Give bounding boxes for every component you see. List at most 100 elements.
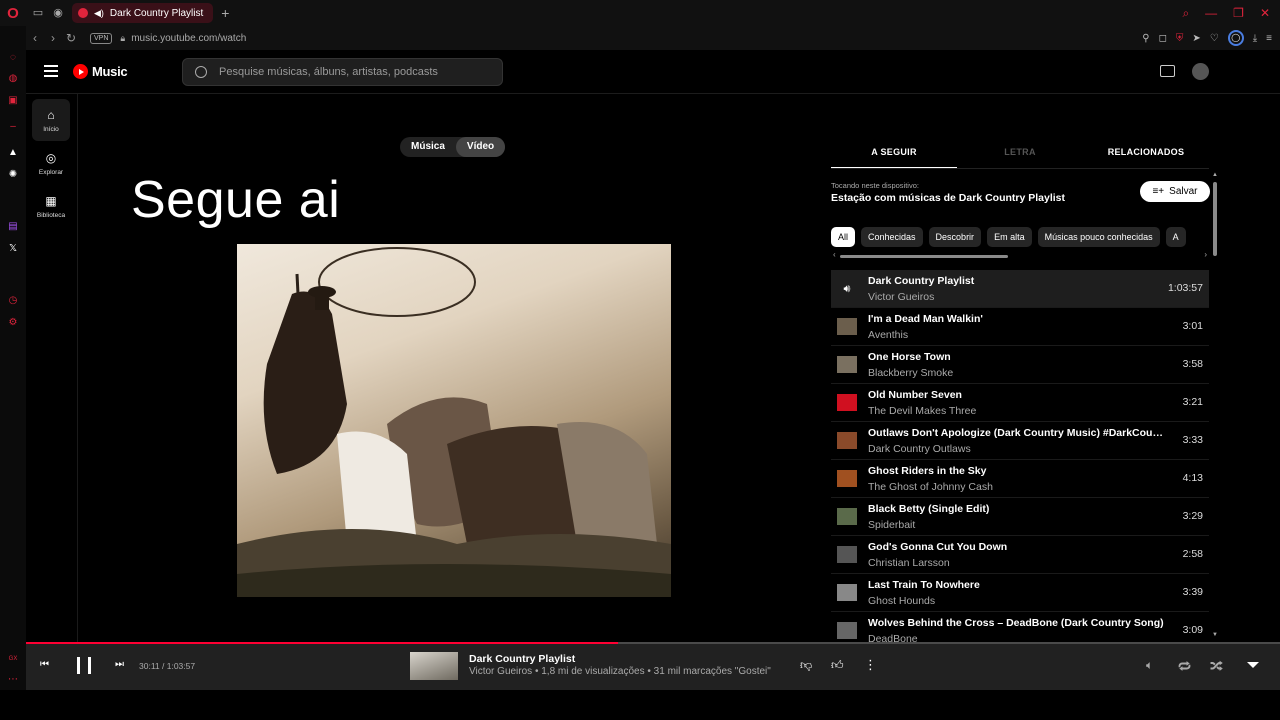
repeat-icon[interactable]: 🔁︎ xyxy=(1178,657,1191,676)
queue-item[interactable]: Wolves Behind the Cross – DeadBone (Dark… xyxy=(831,612,1209,642)
track-title: Outlaws Don't Apologize (Dark Country Mu… xyxy=(868,427,1168,439)
lock-icon[interactable]: 🔒︎ xyxy=(120,33,125,44)
opera-logo-icon[interactable]: O xyxy=(0,0,26,26)
dislike-icon[interactable]: 👎︎ xyxy=(800,658,812,673)
chip-familiar[interactable]: Conhecidas xyxy=(861,227,923,247)
search-input[interactable] xyxy=(219,66,489,78)
avatar[interactable] xyxy=(1192,63,1209,80)
nav-item-explore[interactable]: ◎ Explorar xyxy=(32,142,70,184)
x-icon[interactable]: 𝕏 xyxy=(7,243,19,255)
like-icon[interactable]: 👍︎ xyxy=(831,658,844,673)
youtube-favicon-icon xyxy=(78,8,88,18)
search-box[interactable] xyxy=(182,58,503,86)
menu-icon[interactable]: ≡ xyxy=(1266,33,1272,44)
settings-icon[interactable]: ⚙ xyxy=(7,317,19,329)
hamburger-menu-icon[interactable] xyxy=(44,65,58,77)
messenger-icon[interactable]: ◍ xyxy=(7,73,19,85)
url-field[interactable]: music.youtube.com/watch xyxy=(131,33,246,44)
close-icon[interactable]: ✕ xyxy=(1260,6,1270,21)
scrollbar-thumb[interactable] xyxy=(1213,182,1217,256)
queue-item[interactable]: Outlaws Don't Apologize (Dark Country Mu… xyxy=(831,422,1209,460)
track-duration: 3:58 xyxy=(1182,358,1203,370)
queue-item[interactable]: Black Betty (Single Edit) Spiderbait 3:29 xyxy=(831,498,1209,536)
queue-item[interactable]: One Horse Town Blackberry Smoke 3:58 xyxy=(831,346,1209,384)
scroll-down-icon[interactable]: ▼ xyxy=(1212,632,1218,638)
gamepad-icon[interactable]: ▭ xyxy=(32,7,44,19)
chips-scrollbar[interactable]: ‹ › xyxy=(831,250,1209,260)
next-icon[interactable]: ⏭ xyxy=(115,659,124,670)
aria-icon[interactable]: ◌ xyxy=(7,52,19,64)
player-bar: ⏮ ⏭ 30:11 / 1:03:57 Dark Country Playlis… xyxy=(26,642,1280,690)
maximize-icon[interactable]: ❐ xyxy=(1233,6,1244,21)
now-playing-title[interactable]: Dark Country Playlist xyxy=(469,653,575,665)
browser-tab-active[interactable]: ◀) Dark Country Playlist xyxy=(72,3,214,23)
volume-icon[interactable]: 🔈︎ xyxy=(1146,658,1153,673)
more-icon[interactable]: ⋯ xyxy=(7,674,19,686)
panel-divider xyxy=(831,168,1209,169)
adblock-icon[interactable]: ⛨ xyxy=(1176,33,1184,44)
progress-bar[interactable] xyxy=(26,642,1280,644)
track-thumbnail xyxy=(837,622,857,639)
tab-up-next[interactable]: A SEGUIR xyxy=(831,143,957,169)
toggle-video[interactable]: Vídeo xyxy=(455,137,506,157)
station-title: Estação com músicas de Dark Country Play… xyxy=(831,192,1066,204)
vpn-badge[interactable]: VPN xyxy=(90,32,113,44)
queue-item[interactable]: Old Number Seven The Devil Makes Three 3:2… xyxy=(831,384,1209,422)
scroll-right-icon[interactable]: › xyxy=(1204,250,1207,259)
globe-icon[interactable]: ◉ xyxy=(52,7,64,19)
queue-item[interactable]: Ghost Riders in the Sky The Ghost of John… xyxy=(831,460,1209,498)
expand-icon[interactable] xyxy=(1247,662,1259,668)
back-icon[interactable]: ‹ xyxy=(26,31,44,45)
more-options-icon[interactable]: ⋮ xyxy=(864,657,877,673)
track-title: Ghost Riders in the Sky xyxy=(868,465,987,477)
chatgpt-icon[interactable]: ✺ xyxy=(7,169,19,181)
pause-icon[interactable] xyxy=(77,657,91,674)
chip-all[interactable]: All xyxy=(831,227,856,247)
track-title: Last Train To Nowhere xyxy=(868,579,980,591)
now-playing-thumbnail[interactable] xyxy=(410,652,458,680)
player-icon[interactable]: ▲ xyxy=(7,147,19,159)
queue-item[interactable]: 🔊︎ Dark Country Playlist Victor Gueiros 1:0… xyxy=(831,270,1209,308)
queue-scrollbar[interactable]: ▲ ▼ xyxy=(1212,172,1218,642)
queue-item[interactable]: I'm a Dead Man Walkin' Aventhis 3:01 xyxy=(831,308,1209,346)
shuffle-icon[interactable]: 🔀︎ xyxy=(1210,657,1223,676)
video-player[interactable] xyxy=(237,244,671,597)
tab-related[interactable]: RELACIONADOS xyxy=(1083,143,1209,169)
queue-item[interactable]: Last Train To Nowhere Ghost Hounds 3:39 xyxy=(831,574,1209,612)
heart-icon[interactable]: ♡ xyxy=(1210,33,1219,44)
ytm-logo-icon xyxy=(73,64,88,79)
download-icon[interactable]: ⤓ xyxy=(1253,33,1257,44)
new-tab-button[interactable]: + xyxy=(221,5,229,21)
bottom-strip xyxy=(0,690,1280,720)
chip-trending[interactable]: Em alta xyxy=(987,227,1032,247)
minimize-icon[interactable]: — xyxy=(1205,6,1217,21)
forward-icon[interactable]: › xyxy=(44,31,62,45)
share-icon[interactable]: ➤ xyxy=(1192,33,1200,44)
chip-more[interactable]: A xyxy=(1165,227,1186,247)
chip-deep-cuts[interactable]: Músicas pouco conhecidas xyxy=(1037,227,1160,247)
pin-icon[interactable]: ⚲ xyxy=(1142,33,1149,44)
search-icon[interactable]: ⌕ xyxy=(1182,6,1189,21)
nav-item-library[interactable]: ▦ Biblioteca xyxy=(32,185,70,227)
snapshot-icon[interactable]: ◻ xyxy=(1159,33,1167,44)
twitch-icon[interactable]: ▤ xyxy=(7,221,19,233)
save-button[interactable]: ≡+ Salvar xyxy=(1140,181,1210,202)
previous-icon[interactable]: ⏮ xyxy=(40,659,49,670)
scroll-up-icon[interactable]: ▲ xyxy=(1212,172,1218,178)
reload-icon[interactable]: ↻ xyxy=(62,31,80,45)
extension-icon[interactable]: ◯ xyxy=(1227,30,1244,46)
scrollbar-thumb[interactable] xyxy=(840,255,1008,258)
scroll-left-icon[interactable]: ‹ xyxy=(833,250,836,259)
gx-icon[interactable]: GX xyxy=(7,653,19,665)
music-icon[interactable]: ▣ xyxy=(7,95,19,107)
queue-item[interactable]: God's Gonna Cut You Down Christian Larsso… xyxy=(831,536,1209,574)
tab-lyrics[interactable]: LETRA xyxy=(957,143,1083,169)
ytm-logo[interactable]: Music xyxy=(73,64,128,79)
track-thumbnail xyxy=(837,318,857,335)
cast-icon[interactable] xyxy=(1160,65,1175,77)
speaker-icon[interactable]: ◀) xyxy=(94,8,104,19)
nav-item-home[interactable]: ⌂ Início xyxy=(32,99,70,141)
toggle-music[interactable]: Música xyxy=(400,137,456,157)
history-icon[interactable]: ◷ xyxy=(7,295,19,307)
chip-discover[interactable]: Descobrir xyxy=(928,227,982,247)
